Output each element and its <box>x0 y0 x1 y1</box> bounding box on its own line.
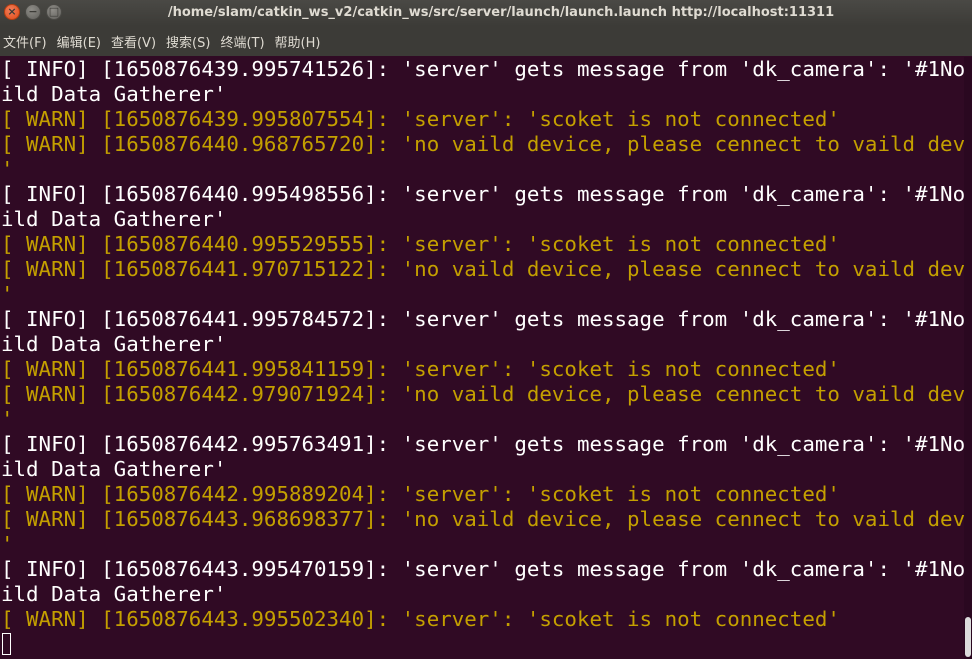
terminal-line-warn: ' <box>1 407 14 431</box>
terminal-line-info: [ INFO] [1650876440.995498556]: 'server'… <box>1 182 964 206</box>
menu-view[interactable]: 查看(V) <box>107 32 162 51</box>
terminal-line-info: [ INFO] [1650876441.995784572]: 'server'… <box>1 307 964 331</box>
scrollbar-thumb[interactable] <box>965 617 971 657</box>
terminal-scrollbar[interactable] <box>964 57 972 659</box>
terminal-line-warn: [ WARN] [1650876439.995807554]: 'server'… <box>1 107 840 131</box>
title-bar[interactable]: × − □ /home/slam/catkin_ws_v2/catkin_ws/… <box>0 0 972 26</box>
terminal-line-warn: [ WARN] [1650876441.970715122]: 'no vail… <box>1 257 964 281</box>
menu-terminal[interactable]: 终端(T) <box>216 32 270 51</box>
terminal-line-warn: ' <box>1 157 14 181</box>
terminal-line-warn: ' <box>1 282 14 306</box>
terminal-output[interactable]: [ INFO] [1650876439.995741526]: 'server'… <box>0 57 964 659</box>
terminal-line-warn: ' <box>1 532 14 556</box>
terminal-line-info: ild Data Gatherer' <box>1 582 227 606</box>
terminal-line-info: [ INFO] [1650876442.995763491]: 'server'… <box>1 432 964 456</box>
window-title: /home/slam/catkin_ws_v2/catkin_ws/src/se… <box>167 5 835 20</box>
menu-help[interactable]: 帮助(H) <box>271 32 327 51</box>
menu-file[interactable]: 文件(F) <box>0 32 53 51</box>
terminal-line-warn: [ WARN] [1650876441.995841159]: 'server'… <box>1 357 840 381</box>
terminal-line-info: [ INFO] [1650876443.995470159]: 'server'… <box>1 557 964 581</box>
menu-edit[interactable]: 编辑(E) <box>53 32 107 51</box>
terminal-line-warn: [ WARN] [1650876442.995889204]: 'server'… <box>1 482 840 506</box>
prompt-line[interactable] <box>0 632 964 657</box>
terminal-line-info: ild Data Gatherer' <box>1 457 227 481</box>
terminal-line-warn: [ WARN] [1650876443.995502340]: 'server'… <box>1 607 840 631</box>
text-cursor <box>2 633 11 655</box>
terminal-line-warn: [ WARN] [1650876442.979071924]: 'no vail… <box>1 382 964 406</box>
terminal-line-info: ild Data Gatherer' <box>1 207 227 231</box>
terminal-line-info: ild Data Gatherer' <box>1 82 227 106</box>
terminal-line-warn: [ WARN] [1650876440.995529555]: 'server'… <box>1 232 840 256</box>
menu-search[interactable]: 搜索(S) <box>162 32 216 51</box>
terminal-line-info: [ INFO] [1650876439.995741526]: 'server'… <box>1 57 964 81</box>
terminal-line-info: ild Data Gatherer' <box>1 332 227 356</box>
terminal-line-warn: [ WARN] [1650876440.968765720]: 'no vail… <box>1 132 964 156</box>
terminal-line-warn: [ WARN] [1650876443.968698377]: 'no vail… <box>1 507 964 531</box>
menu-bar: 文件(F) 编辑(E) 查看(V) 搜索(S) 终端(T) 帮助(H) <box>0 26 972 56</box>
terminal-window: × − □ /home/slam/catkin_ws_v2/catkin_ws/… <box>0 0 972 659</box>
